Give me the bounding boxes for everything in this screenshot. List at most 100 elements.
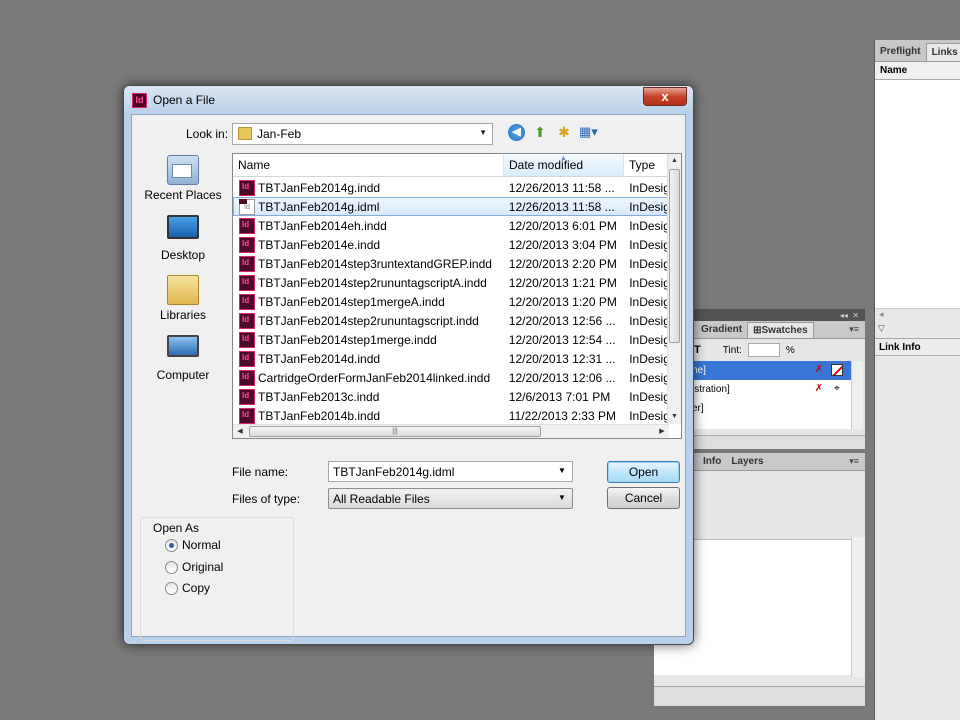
file-row[interactable]: TBTJanFeb2014step3runtextandGREP.indd 12/… xyxy=(233,254,669,273)
swatch-row[interactable]: istration] ✗ ⌖ xyxy=(690,380,851,399)
horizontal-scroll-thumb[interactable]: ||| xyxy=(249,426,541,437)
computer-icon xyxy=(167,335,199,357)
scroll-down-icon[interactable]: ▼ xyxy=(668,410,681,424)
file-date: 12/20/2013 1:20 PM xyxy=(508,294,617,309)
file-row[interactable]: TBTJanFeb2014eh.indd 12/20/2013 6:01 PM In… xyxy=(233,216,669,235)
horizontal-scrollbar[interactable]: ◀ ||| ▶ xyxy=(233,424,669,438)
idml-file-icon xyxy=(239,198,255,215)
dialog-body: Look in: Jan-Feb ▼ ◀ ⬆ ✱ ▦▾ Recent Place… xyxy=(131,114,686,641)
indd-file-icon xyxy=(239,388,255,405)
file-type: InDesig xyxy=(629,180,669,195)
swatch-footer-buttons[interactable] xyxy=(690,435,865,449)
tint-input[interactable] xyxy=(747,343,780,357)
file-type: InDesig xyxy=(629,237,669,252)
cancel-button[interactable]: Cancel xyxy=(607,487,680,509)
file-name-input[interactable] xyxy=(328,461,573,482)
indd-file-icon xyxy=(239,369,255,386)
place-computer[interactable]: Computer xyxy=(138,331,228,391)
file-list: Name ▲Date modified Type TBTJanFeb2014g.… xyxy=(232,153,682,439)
open-as-title: Open As xyxy=(151,521,202,535)
file-type-select[interactable]: All Readable Files xyxy=(328,488,573,509)
radio-label: Copy xyxy=(182,581,211,595)
place-desktop[interactable]: Desktop xyxy=(138,211,228,271)
file-row[interactable]: CartridgeOrderFormJanFeb2014linked.indd 1… xyxy=(233,368,669,387)
file-row[interactable]: TBTJanFeb2014b.indd 11/22/2013 2:33 PM InD… xyxy=(233,406,669,425)
indesign-app-icon: Id xyxy=(132,93,147,108)
file-name: TBTJanFeb2014g.indd xyxy=(258,180,381,195)
close-button[interactable]: x xyxy=(643,87,687,106)
file-name: TBTJanFeb2014step3runtextandGREP.indd xyxy=(258,256,492,271)
file-date: 12/20/2013 6:01 PM xyxy=(508,218,617,233)
new-folder-icon[interactable]: ✱ xyxy=(555,123,573,141)
scroll-up-icon[interactable]: ▲ xyxy=(668,154,681,168)
file-date: 12/20/2013 1:21 PM xyxy=(508,275,617,290)
link-info-toggle-icon[interactable]: ▽ xyxy=(878,323,885,334)
panel-menu-icon[interactable]: ▾≡ xyxy=(849,456,859,467)
radio-original[interactable]: Original xyxy=(165,559,223,575)
file-row[interactable]: TBTJanFeb2014step1mergeA.indd 12/20/2013 … xyxy=(233,292,669,311)
views-menu-icon[interactable]: ▦▾ xyxy=(579,123,598,141)
tab-layers[interactable]: Layers xyxy=(726,454,768,470)
look-in-value: Jan-Feb xyxy=(257,127,302,141)
swatch-scrollbar[interactable] xyxy=(851,361,863,429)
column-header-date-label: Date modified xyxy=(509,158,584,172)
column-header-date-modified[interactable]: ▲ Date modified xyxy=(504,154,624,176)
file-row[interactable]: TBTJanFeb2014step2rununtagscript.indd 12/… xyxy=(233,311,669,330)
tab-preflight[interactable]: Preflight xyxy=(875,43,926,61)
file-row[interactable]: TBTJanFeb2014g.indd 12/26/2013 11:58 ... I… xyxy=(233,178,669,197)
indd-file-icon xyxy=(239,407,255,424)
radio-button[interactable] xyxy=(165,538,178,552)
file-row[interactable]: TBTJanFeb2014d.indd 12/20/2013 12:31 ... I… xyxy=(233,349,669,368)
file-row[interactable]: TBTJanFeb2013c.indd 12/6/2013 7:01 PM InDe… xyxy=(233,387,669,406)
place-libraries[interactable]: Libraries xyxy=(138,271,228,331)
tab-swatches[interactable]: ⊞Swatches xyxy=(747,322,814,338)
place-label: Libraries xyxy=(159,308,207,322)
scroll-right-icon[interactable]: ▶ xyxy=(655,425,669,438)
panel-menu-icon[interactable]: ▾≡ xyxy=(849,324,859,335)
vertical-scrollbar[interactable]: ▲ ▼ xyxy=(667,154,681,424)
up-folder-icon[interactable]: ⬆ xyxy=(531,123,549,141)
links-horizontal-scrollbar[interactable]: ◂ xyxy=(875,308,960,322)
links-name-column-header[interactable]: Name xyxy=(875,62,960,80)
file-row[interactable]: TBTJanFeb2014step1merge.indd 12/20/2013 1… xyxy=(233,330,669,349)
text-formatting-icon[interactable]: T xyxy=(694,344,701,356)
radio-button[interactable] xyxy=(165,560,178,574)
file-date: 12/26/2013 11:58 ... xyxy=(508,199,615,214)
file-row[interactable]: TBTJanFeb2014e.indd 12/20/2013 3:04 PM InD… xyxy=(233,235,669,254)
registration-icon: ⌖ xyxy=(834,383,840,394)
chevron-down-icon[interactable]: ▼ xyxy=(558,466,566,475)
file-row[interactable]: TBTJanFeb2014g.idml 12/26/2013 11:58 ... I… xyxy=(233,197,669,216)
radio-copy[interactable]: Copy xyxy=(165,580,210,596)
tab-gradient[interactable]: Gradient xyxy=(696,322,747,338)
radio-button[interactable] xyxy=(165,581,178,595)
file-name: CartridgeOrderFormJanFeb2014linked.indd xyxy=(258,370,491,385)
place-recent-places[interactable]: Recent Places xyxy=(138,151,228,211)
navigation-toolbar: ◀ ⬆ ✱ ▦▾ xyxy=(508,123,598,141)
scroll-left-icon[interactable]: ◀ xyxy=(233,425,247,438)
dialog-titlebar[interactable]: Id Open a File x xyxy=(124,86,693,114)
swatch-row[interactable]: er] xyxy=(690,399,851,418)
chevron-down-icon[interactable]: ▼ xyxy=(558,493,566,502)
vertical-scroll-thumb[interactable] xyxy=(669,169,680,343)
tab-info[interactable]: Info xyxy=(698,454,726,470)
file-row[interactable]: TBTJanFeb2014step2rununtagscriptA.indd 12… xyxy=(233,273,669,292)
indd-file-icon xyxy=(239,274,255,291)
layers-scrollbar[interactable] xyxy=(851,537,865,677)
link-info-body xyxy=(875,356,960,720)
radio-normal[interactable]: Normal xyxy=(165,537,221,553)
link-info-header[interactable]: Link Info xyxy=(875,338,960,356)
sort-ascending-icon: ▲ xyxy=(560,155,567,162)
links-panel-tabs: Preflight Links xyxy=(875,40,960,62)
look-in-dropdown[interactable]: Jan-Feb ▼ xyxy=(232,123,493,145)
layers-footer-buttons[interactable] xyxy=(654,686,865,706)
swatch-row[interactable]: ne] ✗ xyxy=(690,361,851,380)
swatch-name: ne] xyxy=(692,365,706,376)
tab-links[interactable]: Links xyxy=(925,43,960,61)
file-name: TBTJanFeb2014step1mergeA.indd xyxy=(258,294,445,309)
column-header-name[interactable]: Name xyxy=(233,154,504,176)
recent-places-icon xyxy=(167,155,199,185)
open-button[interactable]: Open xyxy=(607,461,680,483)
back-icon[interactable]: ◀ xyxy=(508,123,525,141)
indd-file-icon xyxy=(239,217,255,234)
column-header-type[interactable]: Type xyxy=(624,154,668,176)
